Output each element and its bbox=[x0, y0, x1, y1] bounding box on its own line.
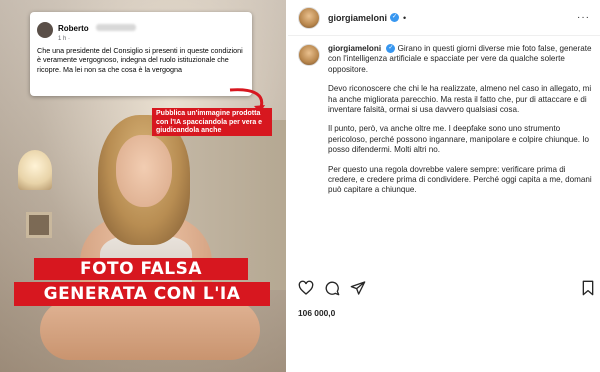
heart-icon[interactable] bbox=[298, 280, 314, 296]
blurred-surname bbox=[96, 24, 137, 31]
facebook-time: 1 h · bbox=[58, 36, 71, 42]
action-bar bbox=[298, 280, 366, 296]
post-header: giorgiameloni ✓ • ··· bbox=[288, 0, 600, 36]
verified-badge-icon: ✓ bbox=[390, 13, 400, 22]
separator-dot: • bbox=[403, 12, 407, 23]
profile-avatar[interactable] bbox=[298, 6, 320, 29]
post-caption: giorgiameloni ✓ Girano in questi giorni … bbox=[298, 44, 594, 205]
caption-paragraph-4: Per questo una regola dovrebbe valere se… bbox=[328, 164, 592, 195]
comment-icon[interactable] bbox=[324, 280, 340, 296]
caption-paragraph-3: Il punto, però, va anche oltre me. I dee… bbox=[328, 124, 589, 155]
person-face bbox=[116, 135, 172, 207]
lamp bbox=[18, 150, 52, 190]
facebook-post-screenshot: Roberto 1 h · Che una presidente del Con… bbox=[30, 12, 252, 96]
picture-frame bbox=[26, 212, 52, 238]
ellipsis-icon[interactable]: ··· bbox=[577, 12, 590, 23]
callout-label: Pubblica un'immagine prodotta con l'IA s… bbox=[152, 108, 272, 136]
facebook-avatar bbox=[37, 22, 53, 38]
facebook-post-header: Roberto 1 h · bbox=[37, 18, 245, 42]
share-icon[interactable] bbox=[350, 280, 366, 296]
verified-badge-icon: ✓ bbox=[386, 44, 396, 54]
header-username[interactable]: giorgiameloni bbox=[328, 13, 387, 23]
ai-generated-banner: GENERATA CON L'IA bbox=[14, 282, 270, 306]
post-image: Roberto 1 h · Che una presidente del Con… bbox=[0, 0, 286, 372]
caption-paragraph-2: Devo riconoscere che chi le ha realizzat… bbox=[328, 84, 592, 115]
person-legs bbox=[40, 300, 260, 360]
caption-avatar[interactable] bbox=[298, 44, 320, 66]
bookmark-icon[interactable] bbox=[582, 280, 594, 296]
caption-text: giorgiameloni ✓ Girano in questi giorni … bbox=[328, 44, 594, 205]
facebook-author: Roberto bbox=[58, 24, 89, 33]
likes-count[interactable]: 106 000,0 bbox=[298, 308, 335, 318]
instagram-panel: giorgiameloni ✓ • ··· giorgiameloni ✓ Gi… bbox=[288, 0, 600, 372]
facebook-post-text: Che una presidente del Consiglio si pres… bbox=[37, 46, 243, 74]
fake-photo-banner: FOTO FALSA bbox=[34, 258, 248, 280]
caption-paragraph: giorgiameloni ✓ Girano in questi giorni … bbox=[328, 44, 594, 75]
caption-username[interactable]: giorgiameloni bbox=[328, 44, 381, 53]
